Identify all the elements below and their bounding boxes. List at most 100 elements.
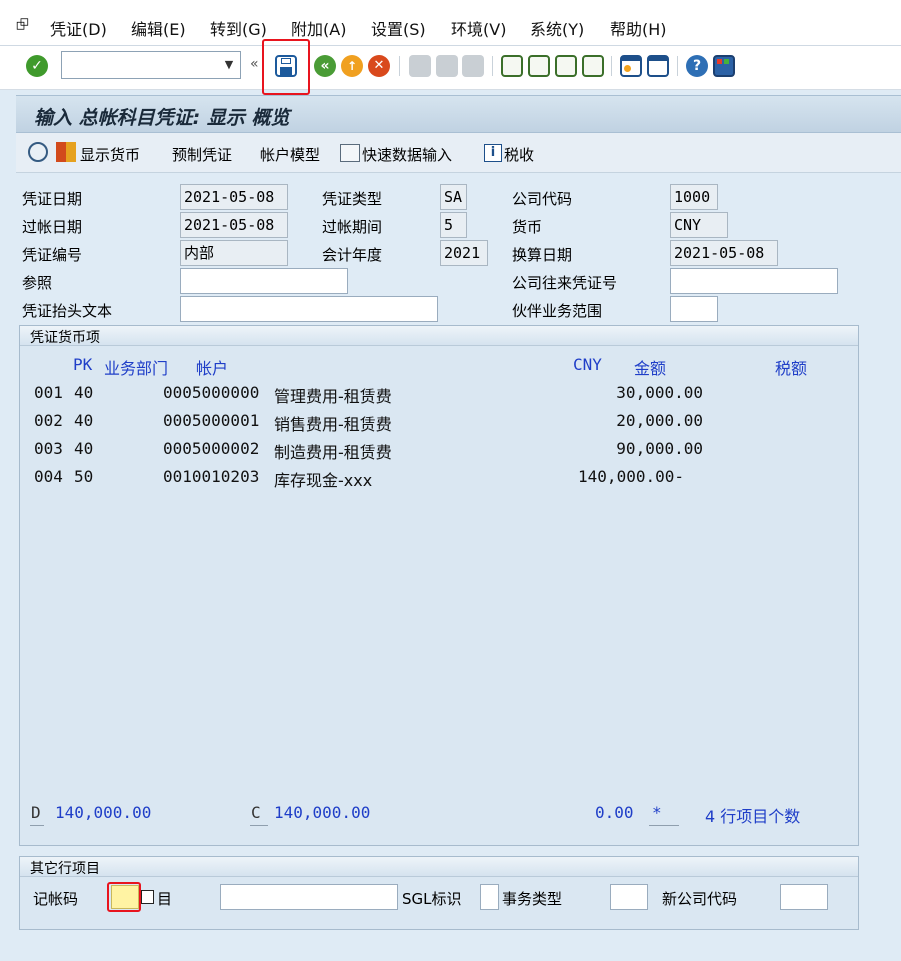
row-no[interactable]: 003 — [34, 439, 63, 458]
row-pk: 50 — [74, 467, 94, 486]
doc-date-field[interactable]: 2021-05-08 — [180, 184, 288, 210]
menu-bar: ⮺ 凭证(D) 编辑(E) 转到(G) 附加(A) 设置(S) 环境(V) 系统… — [0, 0, 901, 46]
currency-arrows-icon[interactable] — [56, 142, 76, 162]
row-no[interactable]: 001 — [34, 383, 63, 402]
layout-icon[interactable] — [713, 55, 735, 77]
account-field[interactable] — [220, 884, 398, 910]
fiscal-year-field[interactable]: 2021 — [440, 240, 488, 266]
menu-extras[interactable]: 附加(A) — [291, 16, 346, 40]
fast-entry-icon[interactable] — [340, 144, 360, 162]
command-field[interactable] — [61, 51, 241, 79]
prev-page-icon[interactable] — [528, 55, 550, 77]
chevron-down-icon[interactable]: ▼ — [218, 53, 240, 77]
col-pk[interactable]: PK — [73, 355, 92, 374]
row-account: 0005000000 — [163, 383, 260, 402]
col-tax[interactable]: 税额 — [775, 355, 807, 379]
menu-settings[interactable]: 设置(S) — [371, 16, 426, 40]
trans-type-label: 事务类型 — [502, 890, 563, 908]
enter-icon[interactable]: ✓ — [26, 55, 48, 77]
header-text-field[interactable] — [180, 296, 438, 322]
row-account: 0010010203 — [163, 467, 260, 486]
menu-help[interactable]: 帮助(H) — [610, 16, 667, 40]
reference-label: 参照 — [22, 274, 53, 292]
row-amount: 30,000.00 — [616, 383, 703, 402]
doc-number-field[interactable]: 内部 — [180, 240, 288, 266]
doc-number-label: 凭证编号 — [22, 246, 83, 264]
row-amount: 90,000.00 — [616, 439, 703, 458]
debit-label: D — [31, 803, 41, 822]
posting-date-label: 过帐日期 — [22, 218, 83, 236]
trans-type-field[interactable] — [610, 884, 648, 910]
new-cc-field[interactable] — [780, 884, 828, 910]
menu-icon[interactable]: ⮺ — [16, 14, 29, 41]
posting-key-label: 记帐码 — [33, 890, 79, 908]
account-model-button[interactable]: 帐户模型 — [260, 144, 320, 165]
debit-total: 140,000.00 — [55, 803, 152, 822]
row-pk: 40 — [74, 383, 94, 402]
separator — [399, 56, 400, 76]
row-no[interactable]: 004 — [34, 467, 63, 486]
separator — [492, 56, 493, 76]
help-icon[interactable]: ? — [686, 55, 708, 77]
park-document-button[interactable]: 预制凭证 — [172, 144, 232, 165]
trading-partner-label: 伙伴业务范围 — [512, 302, 603, 320]
credit-underline — [250, 825, 268, 826]
next-page-icon[interactable] — [555, 55, 577, 77]
menu-system[interactable]: 系统(Y) — [530, 16, 584, 40]
period-field[interactable]: 5 — [440, 212, 467, 238]
doc-type-field[interactable]: SA — [440, 184, 467, 210]
info-icon[interactable]: i — [484, 144, 502, 162]
cross-cc-field[interactable] — [670, 268, 838, 294]
col-currency[interactable]: CNY — [573, 355, 602, 374]
posting-key-field[interactable] — [111, 885, 139, 909]
trading-partner-field[interactable] — [670, 296, 718, 322]
page-title: 输入 总帐科目凭证: 显示 概览 — [34, 107, 290, 129]
last-page-icon[interactable] — [582, 55, 604, 77]
reference-field[interactable] — [180, 268, 348, 294]
new-session-icon[interactable] — [620, 55, 642, 77]
menu-goto[interactable]: 转到(G) — [210, 16, 267, 40]
copy-icon[interactable] — [141, 890, 154, 904]
row-text: 管理费用-租赁费 — [274, 387, 392, 406]
currency-label: 货币 — [512, 218, 543, 236]
row-account: 0005000001 — [163, 411, 260, 430]
menu-environment[interactable]: 环境(V) — [451, 16, 506, 40]
menu-document[interactable]: 凭证(D) — [50, 16, 107, 40]
col-account[interactable]: 帐户 — [196, 355, 228, 379]
separator — [677, 56, 678, 76]
items-frame-title: 凭证货币项 — [30, 330, 100, 346]
row-no[interactable]: 002 — [34, 411, 63, 430]
expand-icon[interactable]: « — [250, 56, 259, 72]
row-text: 库存现金-xxx — [274, 471, 373, 490]
taxes-button[interactable]: 税收 — [504, 144, 534, 165]
new-cc-label: 新公司代码 — [662, 890, 738, 908]
translation-date-field[interactable]: 2021-05-08 — [670, 240, 778, 266]
show-currency-button[interactable]: 显示货币 — [80, 144, 140, 165]
currency-field[interactable]: CNY — [670, 212, 728, 238]
separator — [611, 56, 612, 76]
fast-entry-button[interactable]: 快速数据输入 — [362, 144, 452, 165]
print-icon[interactable] — [409, 55, 431, 77]
find-next-icon[interactable] — [462, 55, 484, 77]
header-text-label: 凭证抬头文本 — [22, 302, 113, 320]
sgl-field[interactable] — [480, 884, 499, 910]
find-icon[interactable] — [436, 55, 458, 77]
shortcut-icon[interactable] — [647, 55, 669, 77]
debit-underline — [30, 825, 44, 826]
first-page-icon[interactable] — [501, 55, 523, 77]
posting-date-field[interactable]: 2021-05-08 — [180, 212, 288, 238]
col-business-area[interactable]: 业务部门 — [104, 355, 168, 379]
credit-label: C — [251, 803, 261, 822]
col-amount[interactable]: 金额 — [634, 355, 666, 379]
application-toolbar — [16, 133, 901, 173]
cancel-icon[interactable]: ✕ — [368, 55, 390, 77]
exit-icon[interactable]: ↑ — [341, 55, 363, 77]
items-frame — [19, 325, 859, 846]
display-currency-icon[interactable] — [28, 142, 48, 162]
row-account: 0005000002 — [163, 439, 260, 458]
menu-edit[interactable]: 编辑(E) — [131, 16, 186, 40]
balance-underline — [649, 825, 679, 826]
company-code-field[interactable]: 1000 — [670, 184, 718, 210]
back-icon[interactable]: « — [314, 55, 336, 77]
fiscal-year-label: 会计年度 — [322, 246, 383, 264]
